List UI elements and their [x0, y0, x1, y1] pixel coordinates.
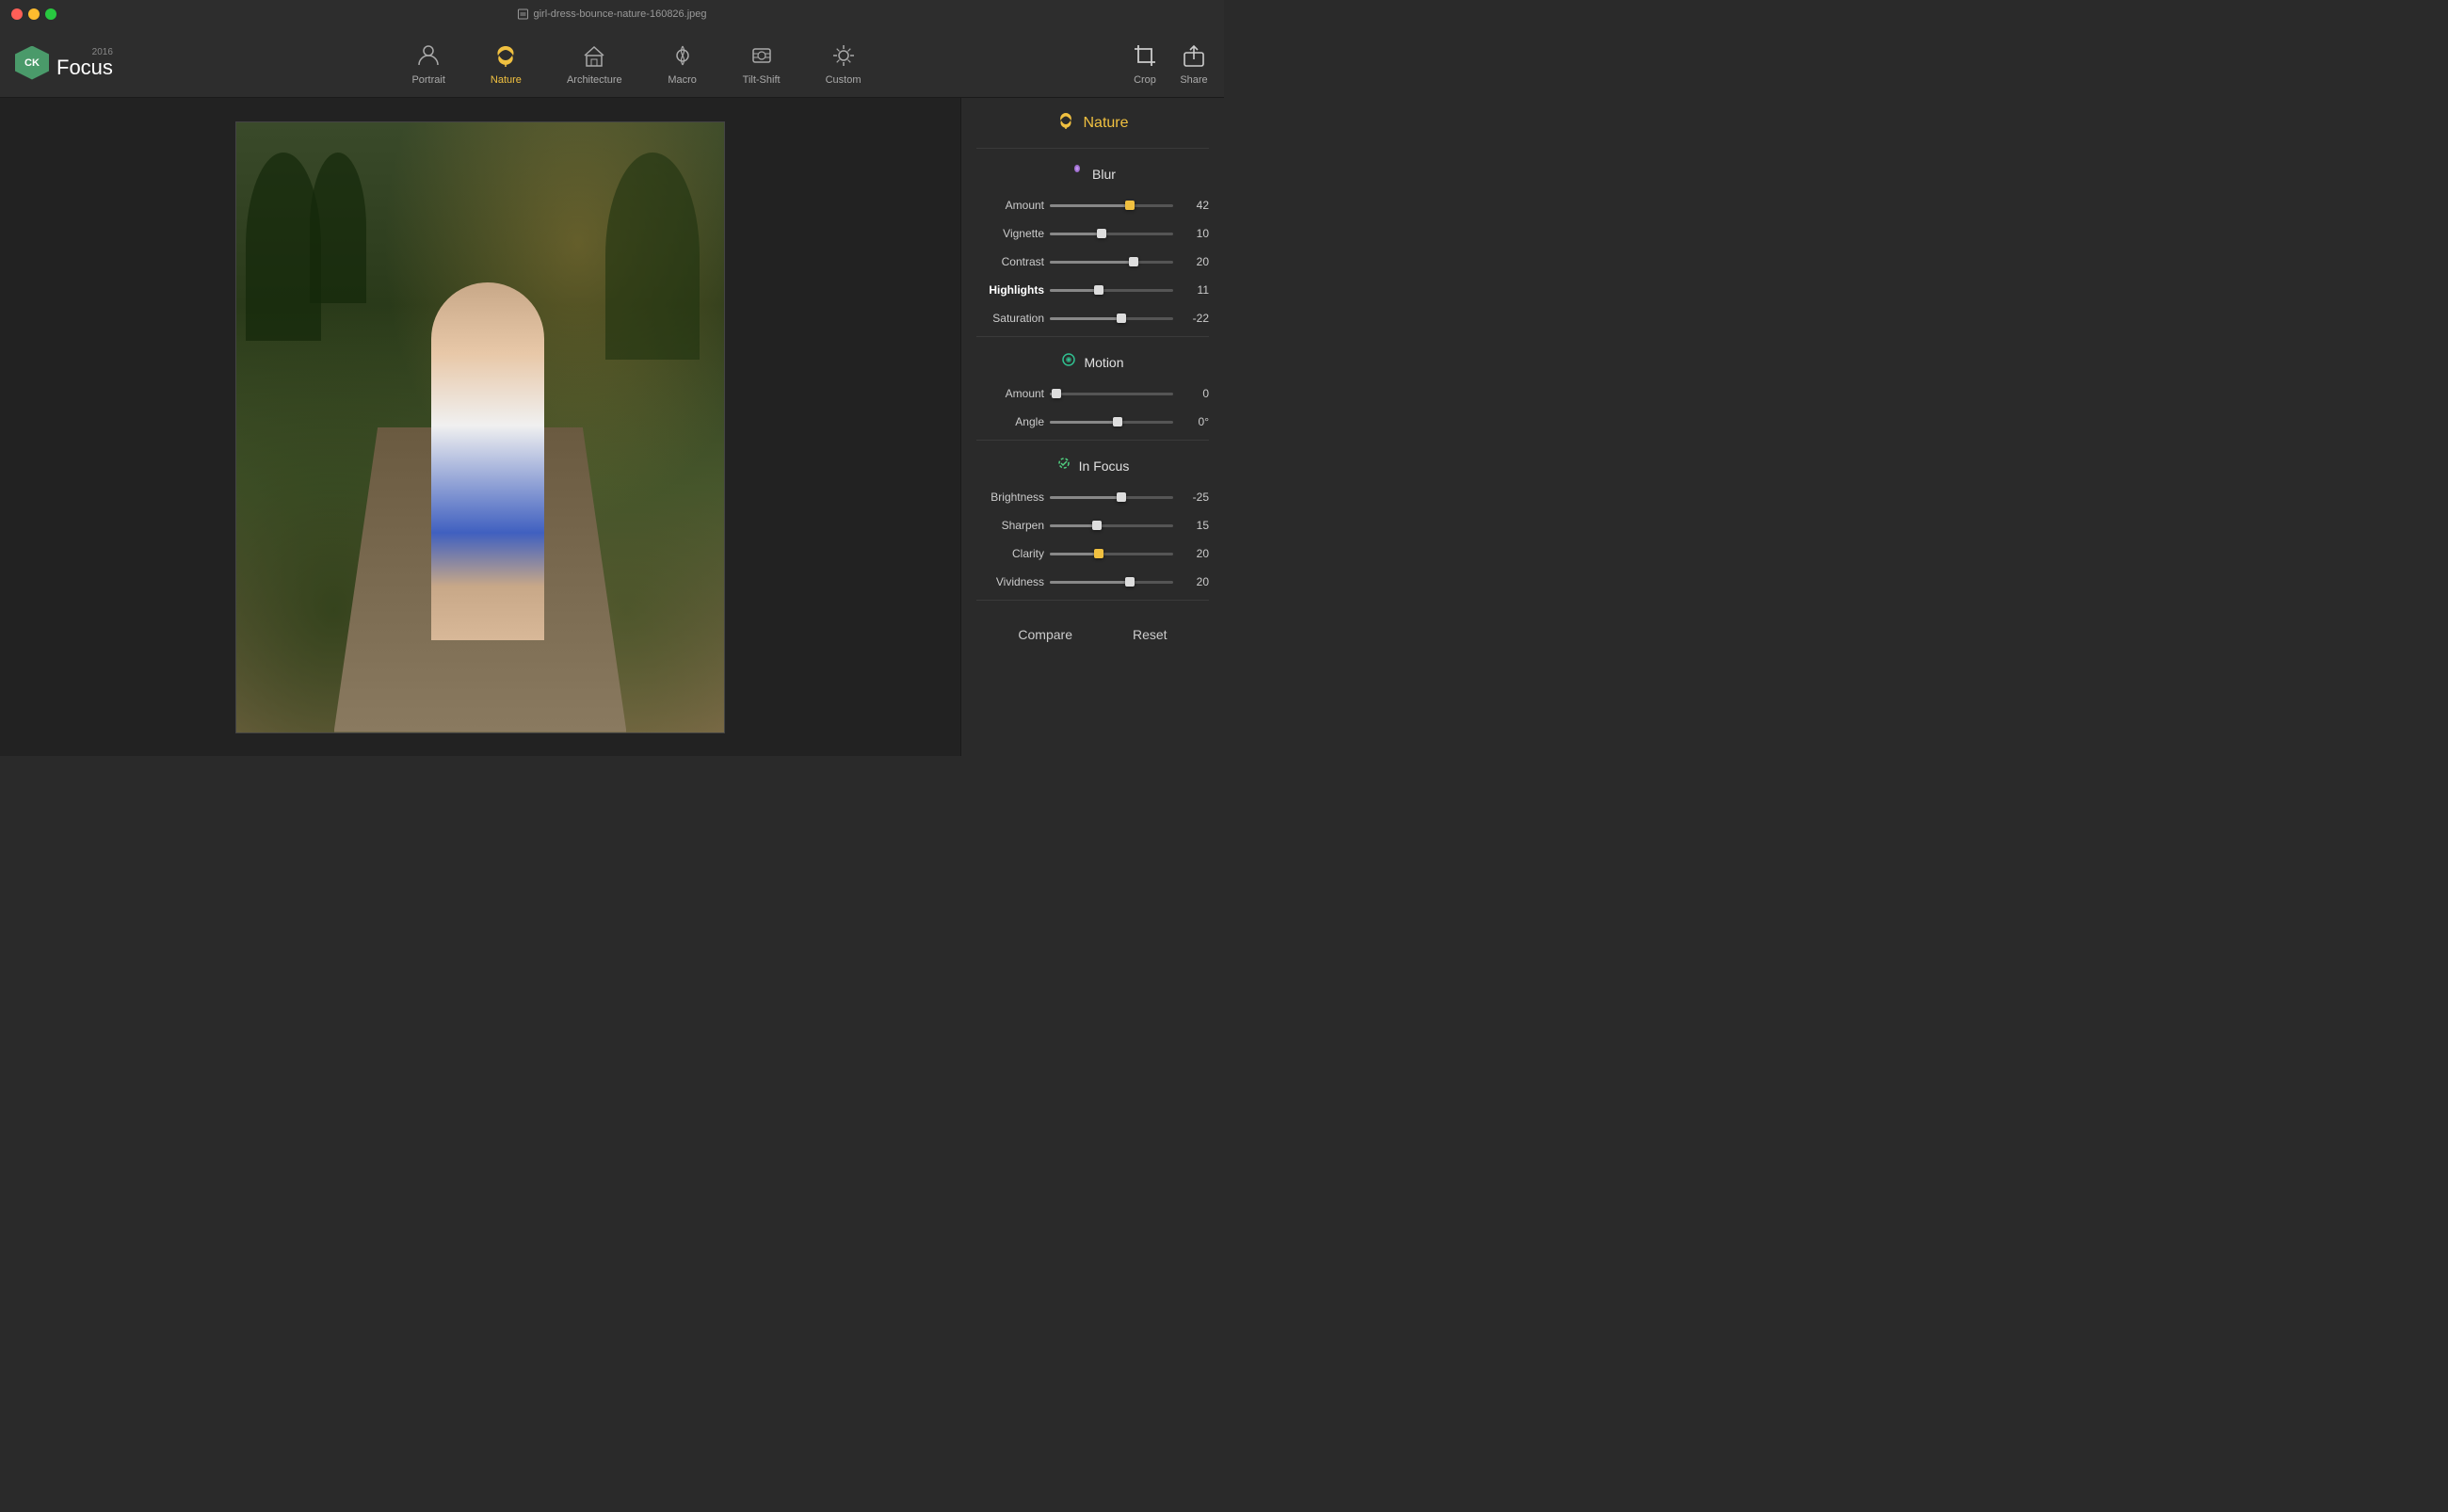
motion-angle-row: Angle 0°	[961, 408, 1224, 436]
infocus-sharpen-label: Sharpen	[969, 519, 1044, 532]
infocus-icon	[1056, 456, 1071, 475]
architecture-icon	[579, 40, 609, 71]
maximize-button[interactable]	[45, 8, 56, 20]
reset-button[interactable]: Reset	[1118, 623, 1183, 646]
blur-section-header: Blur	[961, 153, 1224, 191]
crop-icon	[1130, 40, 1160, 71]
infocus-clarity-row: Clarity 20	[961, 539, 1224, 568]
tilt-shift-icon	[747, 40, 777, 71]
bottom-buttons: Compare Reset	[961, 604, 1224, 655]
blur-contrast-value: 20	[1179, 255, 1209, 268]
motion-amount-row: Amount 0	[961, 379, 1224, 408]
infocus-clarity-slider[interactable]	[1050, 544, 1173, 563]
motion-amount-label: Amount	[969, 387, 1044, 400]
blur-contrast-row: Contrast 20	[961, 248, 1224, 276]
nature-icon	[491, 40, 521, 71]
share-button[interactable]: Share	[1179, 40, 1209, 86]
divider-1	[976, 148, 1209, 149]
motion-angle-slider[interactable]	[1050, 412, 1173, 431]
nav-item-macro[interactable]: Macro	[656, 37, 709, 89]
infocus-vividness-label: Vividness	[969, 575, 1044, 588]
infocus-brightness-value: -25	[1179, 491, 1209, 504]
nav-tools: Portrait Nature Architecture	[143, 37, 1130, 89]
blur-highlights-label: Highlights	[969, 283, 1044, 297]
nav-item-tilt-shift[interactable]: Tilt-Shift	[732, 37, 792, 89]
photo-container	[235, 121, 725, 733]
infocus-sharpen-slider[interactable]	[1050, 516, 1173, 535]
compare-button[interactable]: Compare	[1003, 623, 1087, 646]
sidebar: Nature Blur Amount 42	[960, 98, 1224, 756]
macro-icon	[668, 40, 698, 71]
infocus-brightness-slider[interactable]	[1050, 488, 1173, 507]
image-area	[0, 98, 960, 756]
close-button[interactable]	[11, 8, 23, 20]
portrait-icon	[413, 40, 443, 71]
infocus-brightness-label: Brightness	[969, 491, 1044, 504]
nav-item-architecture[interactable]: Architecture	[556, 37, 634, 89]
blur-amount-slider[interactable]	[1050, 196, 1173, 215]
blur-vignette-row: Vignette 10	[961, 219, 1224, 248]
blur-amount-label: Amount	[969, 199, 1044, 212]
panel-header: Nature	[961, 98, 1224, 144]
motion-amount-value: 0	[1179, 387, 1209, 400]
blur-vignette-value: 10	[1179, 227, 1209, 240]
divider-4	[976, 600, 1209, 601]
minimize-button[interactable]	[28, 8, 40, 20]
blur-saturation-label: Saturation	[969, 312, 1044, 325]
infocus-sharpen-row: Sharpen 15	[961, 511, 1224, 539]
motion-section-header: Motion	[961, 341, 1224, 379]
infocus-sharpen-value: 15	[1179, 519, 1209, 532]
infocus-section-header: In Focus	[961, 444, 1224, 483]
nav-item-nature[interactable]: Nature	[479, 37, 533, 89]
blur-contrast-slider[interactable]	[1050, 252, 1173, 271]
title-bar: girl-dress-bounce-nature-160826.jpeg	[0, 0, 1224, 28]
blur-amount-row: Amount 42	[961, 191, 1224, 219]
crop-button[interactable]: Crop	[1130, 40, 1160, 86]
window-title: girl-dress-bounce-nature-160826.jpeg	[517, 8, 706, 20]
blur-saturation-value: -22	[1179, 312, 1209, 325]
logo-icon: CK	[15, 46, 49, 80]
main-content: Nature Blur Amount 42	[0, 98, 1224, 756]
blur-saturation-row: Saturation -22	[961, 304, 1224, 332]
blur-highlights-row: Highlights 11	[961, 276, 1224, 304]
custom-icon	[829, 40, 859, 71]
blur-vignette-label: Vignette	[969, 227, 1044, 240]
nav-item-custom[interactable]: Custom	[814, 37, 873, 89]
infocus-clarity-label: Clarity	[969, 547, 1044, 560]
blur-highlights-value: 11	[1179, 283, 1209, 297]
photo-display	[235, 121, 725, 733]
share-icon	[1179, 40, 1209, 71]
blur-icon	[1070, 164, 1085, 184]
motion-angle-value: 0°	[1179, 415, 1209, 428]
logo-text: 2016 Focus	[56, 48, 113, 78]
panel-nature-icon	[1056, 111, 1075, 135]
infocus-brightness-row: Brightness -25	[961, 483, 1224, 511]
tree-3	[605, 153, 700, 360]
divider-2	[976, 336, 1209, 337]
blur-saturation-slider[interactable]	[1050, 309, 1173, 328]
motion-icon	[1061, 352, 1076, 372]
infocus-vividness-slider[interactable]	[1050, 572, 1173, 591]
blur-amount-value: 42	[1179, 199, 1209, 212]
motion-amount-slider[interactable]	[1050, 384, 1173, 403]
toolbar: CK 2016 Focus Portrait	[0, 28, 1224, 98]
blur-contrast-label: Contrast	[969, 255, 1044, 268]
infocus-vividness-row: Vividness 20	[961, 568, 1224, 596]
infocus-clarity-value: 20	[1179, 547, 1209, 560]
window-controls	[11, 8, 56, 20]
toolbar-right: Crop Share	[1130, 40, 1209, 86]
logo-area: CK 2016 Focus	[15, 46, 113, 80]
motion-angle-label: Angle	[969, 415, 1044, 428]
blur-highlights-slider[interactable]	[1050, 281, 1173, 299]
nav-item-portrait[interactable]: Portrait	[400, 37, 456, 89]
tree-2	[310, 153, 366, 303]
blur-vignette-slider[interactable]	[1050, 224, 1173, 243]
divider-3	[976, 440, 1209, 441]
infocus-vividness-value: 20	[1179, 575, 1209, 588]
person-figure	[431, 282, 544, 640]
